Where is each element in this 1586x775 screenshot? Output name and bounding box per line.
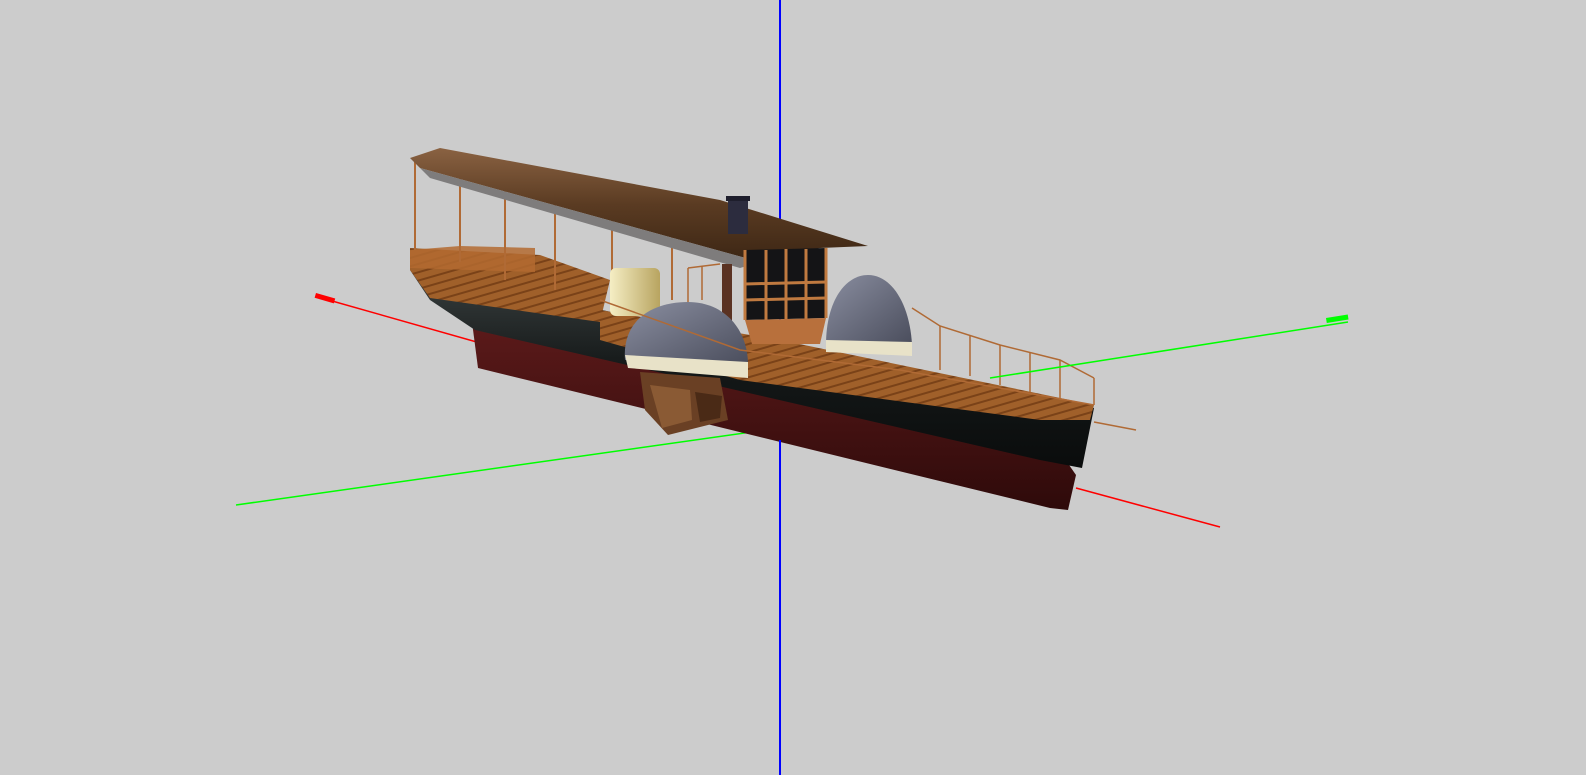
brass-cylinder (610, 268, 660, 316)
stern-railing (410, 246, 535, 272)
3d-viewport[interactable] (0, 0, 1586, 775)
wheelhouse-base (745, 318, 826, 344)
3d-scene[interactable] (0, 0, 1586, 775)
funnel-rim (726, 196, 750, 201)
funnel (728, 196, 748, 234)
